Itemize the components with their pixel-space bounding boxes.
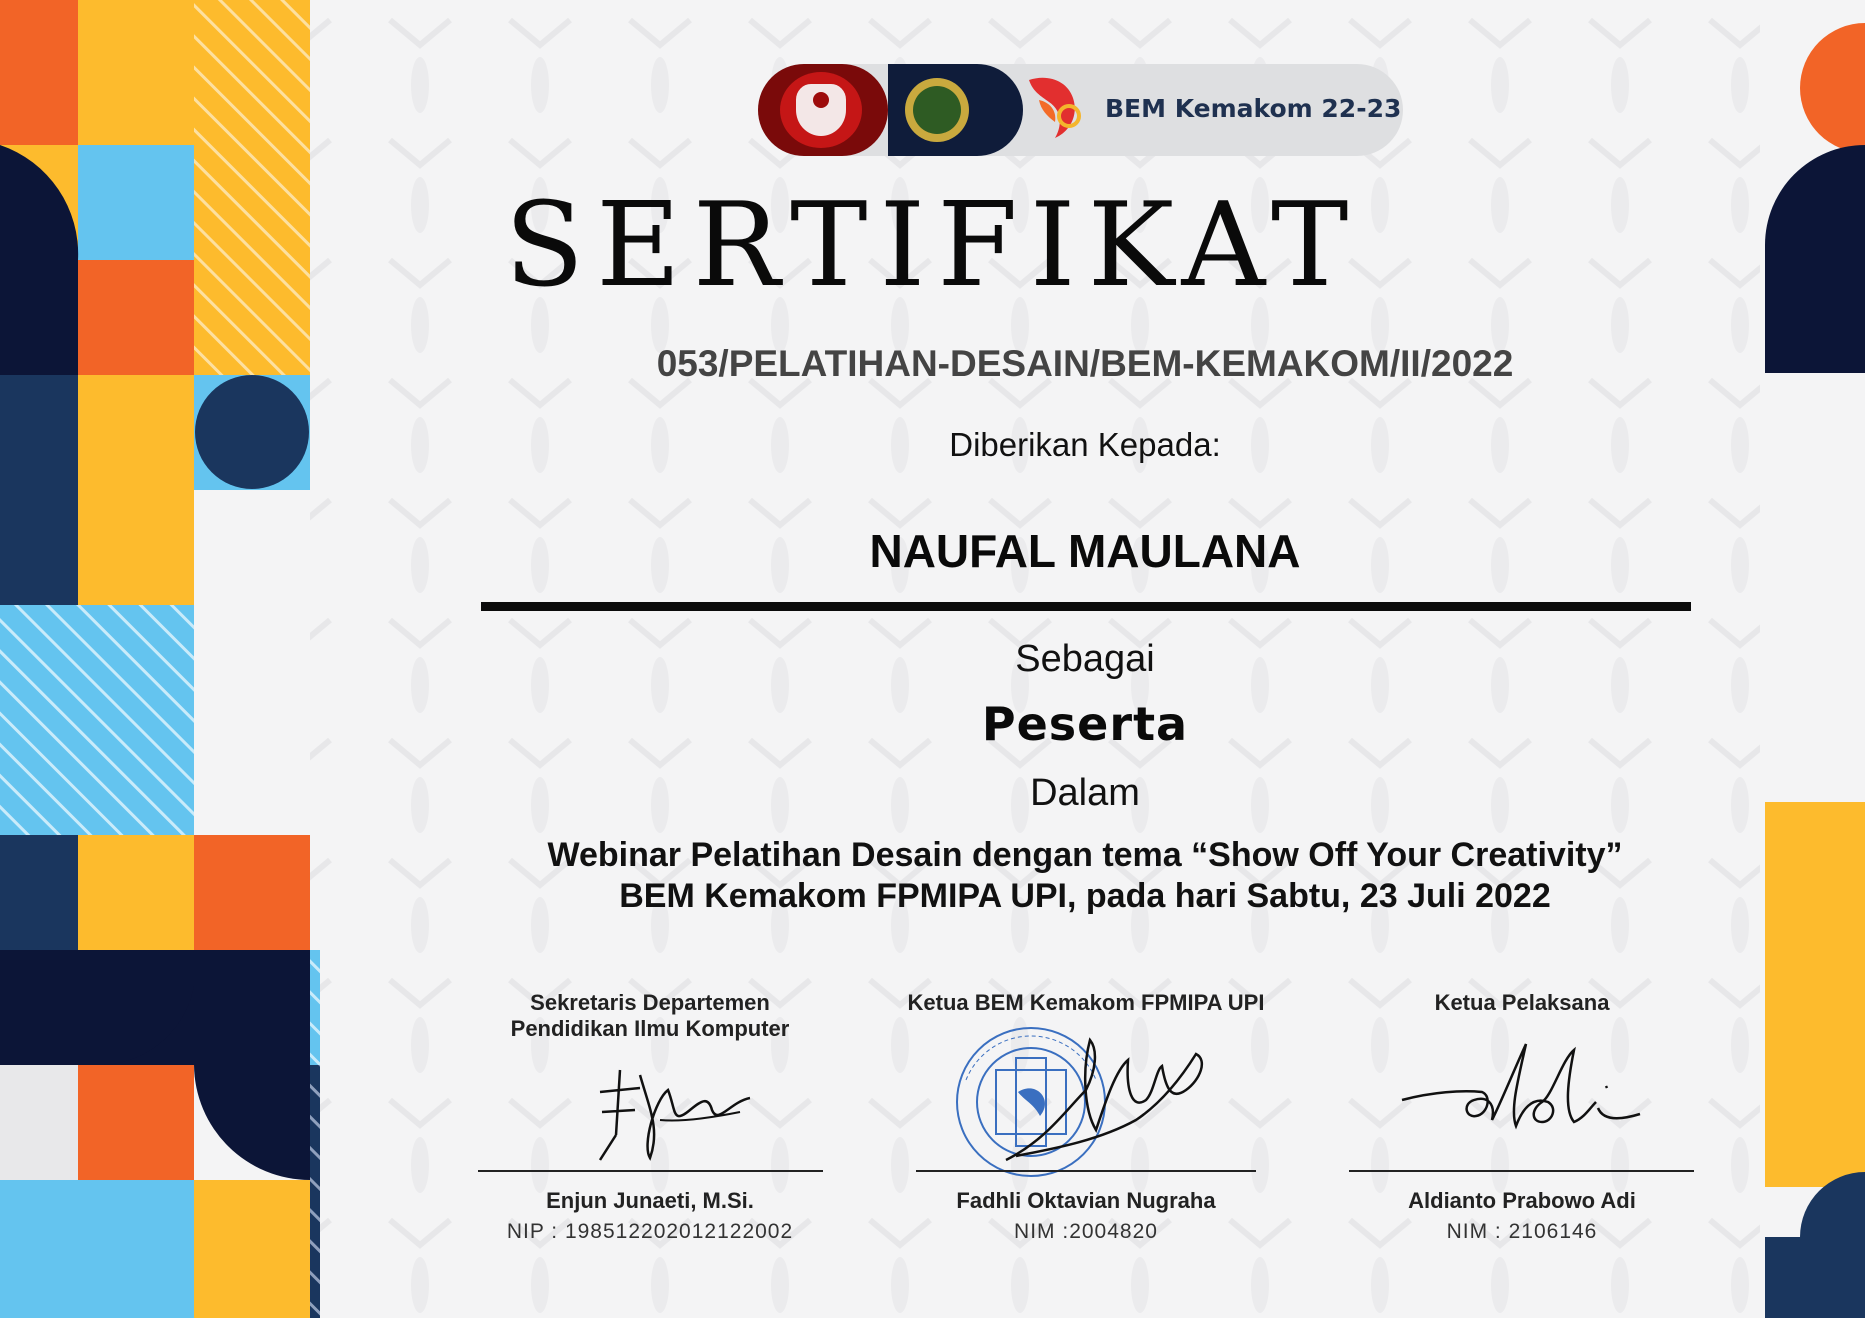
signature-line bbox=[1349, 1170, 1694, 1172]
signatory-secretary: Sekretaris Departemen Pendidikan Ilmu Ko… bbox=[450, 990, 850, 1250]
event-description-line-2: BEM Kemakom FPMIPA UPI, pada hari Sabtu,… bbox=[619, 877, 1551, 915]
signatory-event-chair: Ketua Pelaksana Aldianto Prabowo Adi NIM… bbox=[1322, 990, 1722, 1250]
given-to-label: Diberikan Kepada: bbox=[949, 426, 1221, 463]
signatory-chairman: Ketua BEM Kemakom FPMIPA UPI Fadhli Okta… bbox=[886, 990, 1286, 1250]
signature-image bbox=[1005, 1037, 1204, 1162]
signature-image bbox=[1401, 1043, 1641, 1130]
signatory-title: Sekretaris Departemen bbox=[530, 990, 770, 1015]
recipient-name: NAUFAL MAULANA bbox=[869, 525, 1301, 577]
signatory-name: Aldianto Prabowo Adi bbox=[1408, 1188, 1636, 1213]
signatory-name: Enjun Junaeti, M.Si. bbox=[546, 1188, 754, 1213]
recipient-role: Peserta bbox=[981, 697, 1189, 751]
signatory-id: NIM : 2106146 bbox=[1446, 1220, 1598, 1243]
certificate-number: 053/PELATIHAN-DESAIN/BEM-KEMAKOM/II/2022 bbox=[656, 343, 1514, 384]
as-label: Sebagai bbox=[1015, 638, 1155, 680]
signature-line bbox=[916, 1170, 1256, 1172]
in-label: Dalam bbox=[1030, 772, 1140, 814]
upi-logo-dot bbox=[813, 92, 829, 108]
certificate-page: BEM Kemakom 22-23 SERTIFIKAT 053/PELATIH… bbox=[0, 0, 1865, 1318]
signature-image bbox=[598, 1069, 751, 1161]
recipient-underline bbox=[481, 602, 1691, 611]
signatory-id: NIM :2004820 bbox=[1014, 1220, 1158, 1243]
signatory-title: Ketua Pelaksana bbox=[1434, 990, 1610, 1015]
signatory-id: NIP : 198512202012122002 bbox=[506, 1220, 794, 1243]
signatory-name: Fadhli Oktavian Nugraha bbox=[956, 1188, 1216, 1213]
bem-kemakom-logo-icon bbox=[1029, 77, 1081, 138]
certificate-title: SERTIFIKAT bbox=[504, 178, 1361, 313]
hmps-logo-center bbox=[913, 86, 961, 134]
event-description-line-1: Webinar Pelatihan Desain dengan tema “Sh… bbox=[547, 836, 1623, 874]
signatory-title: Ketua BEM Kemakom FPMIPA UPI bbox=[907, 990, 1265, 1015]
signature-line bbox=[478, 1170, 823, 1172]
org-name: BEM Kemakom 22-23 bbox=[1105, 94, 1402, 123]
signatory-title: Pendidikan Ilmu Komputer bbox=[510, 1016, 790, 1041]
